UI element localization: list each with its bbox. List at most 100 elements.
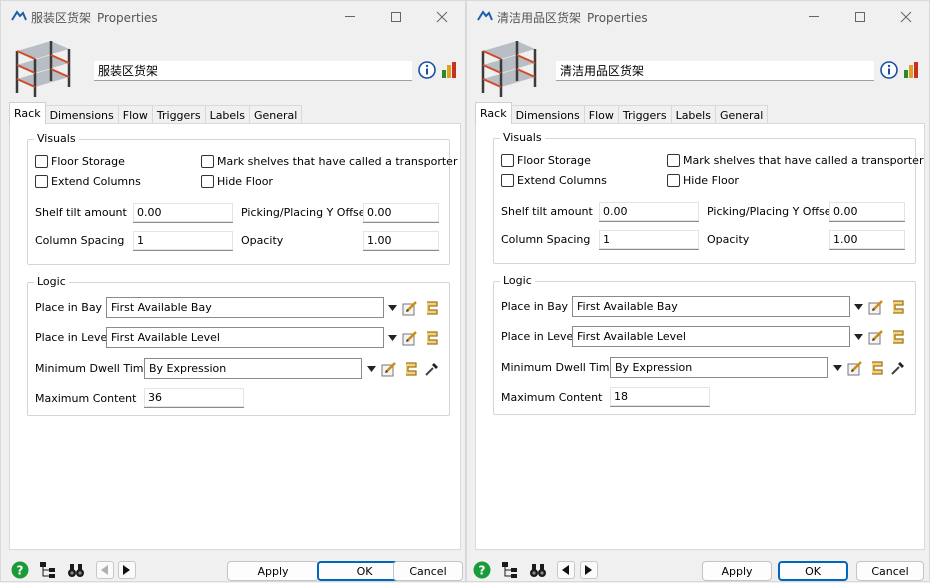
tab-dimensions[interactable]: Dimensions (510, 105, 585, 124)
apply-button[interactable]: Apply (702, 561, 772, 581)
chevron-down-icon[interactable] (367, 366, 376, 372)
previous-button[interactable] (96, 561, 114, 579)
eyedropper-icon[interactable] (890, 360, 906, 376)
tab-general[interactable]: General (714, 105, 769, 124)
place-in-level-label: Place in Level (35, 331, 111, 344)
next-button[interactable] (118, 561, 136, 579)
column-spacing-field[interactable] (133, 231, 233, 251)
binoculars-icon[interactable] (67, 561, 85, 579)
cancel-button[interactable]: Cancel (856, 561, 924, 581)
info-icon[interactable] (418, 61, 436, 79)
shelf-tilt-field[interactable] (133, 203, 233, 223)
tab-rack[interactable]: Rack (475, 102, 512, 124)
maximize-button[interactable] (373, 1, 419, 32)
extend-columns-checkbox[interactable]: Extend Columns (501, 174, 607, 187)
chevron-down-icon[interactable] (854, 304, 863, 310)
arrow-right-icon (123, 565, 130, 575)
next-button[interactable] (580, 561, 598, 579)
mark-shelves-checkbox[interactable]: Mark shelves that have called a transpor… (201, 155, 457, 168)
previous-button[interactable] (557, 561, 575, 579)
code-script-icon[interactable] (424, 330, 440, 346)
minimize-button[interactable] (327, 1, 373, 32)
min-dwell-label: Minimum Dwell Time (35, 362, 151, 375)
eyedropper-icon[interactable] (424, 361, 440, 377)
object-name-field[interactable] (94, 61, 412, 81)
hide-floor-checkbox[interactable]: Hide Floor (201, 175, 273, 188)
close-button[interactable] (883, 1, 929, 32)
place-in-level-combo[interactable]: First Available Level (106, 327, 384, 348)
min-dwell-combo[interactable]: By Expression (144, 358, 362, 379)
tab-general[interactable]: General (248, 105, 303, 124)
title-bar[interactable]: 服装区货架 Properties (1, 1, 465, 32)
footer-bar: ? Apply OK Cancel (467, 557, 929, 583)
tab-strip: Rack Dimensions Flow Triggers Labels Gen… (9, 102, 303, 124)
title-bar[interactable]: 清洁用品区货架 Properties (467, 1, 929, 32)
edit-properties-icon[interactable] (868, 329, 884, 345)
help-icon[interactable]: ? (473, 561, 491, 579)
chevron-down-icon[interactable] (388, 305, 397, 311)
floor-storage-label: Floor Storage (51, 155, 125, 168)
tab-flow[interactable]: Flow (117, 105, 153, 124)
place-in-bay-combo[interactable]: First Available Bay (106, 297, 384, 318)
code-script-icon[interactable] (890, 299, 906, 315)
chevron-down-icon[interactable] (854, 334, 863, 340)
code-script-icon[interactable] (424, 300, 440, 316)
visuals-group-title: Visuals (34, 132, 79, 145)
stats-chart-icon[interactable] (441, 61, 457, 79)
rack-tab-panel: Visuals Floor Storage Extend Columns Mar… (475, 123, 925, 550)
ok-button[interactable]: OK (778, 561, 848, 581)
cancel-button[interactable]: Cancel (393, 561, 463, 581)
tab-triggers[interactable]: Triggers (617, 105, 672, 124)
help-icon[interactable]: ? (11, 561, 29, 579)
maximize-button[interactable] (837, 1, 883, 32)
edit-properties-icon[interactable] (868, 299, 884, 315)
edit-properties-icon[interactable] (402, 300, 418, 316)
place-in-bay-combo[interactable]: First Available Bay (572, 296, 850, 317)
tab-labels[interactable]: Labels (204, 105, 250, 124)
floor-storage-checkbox[interactable]: Floor Storage (501, 154, 591, 167)
floor-storage-checkbox[interactable]: Floor Storage (35, 155, 125, 168)
minimize-button[interactable] (791, 1, 837, 32)
tab-flow[interactable]: Flow (583, 105, 619, 124)
rack-3d-icon (481, 41, 537, 97)
close-button[interactable] (419, 1, 465, 32)
logic-group: Logic Place in Bay First Available Bay P… (493, 274, 916, 415)
shelf-tilt-label: Shelf tilt amount (35, 206, 127, 219)
code-script-icon[interactable] (403, 361, 419, 377)
tab-dimensions[interactable]: Dimensions (44, 105, 119, 124)
visuals-group: Visuals Floor Storage Extend Columns Mar… (27, 132, 457, 265)
apply-button[interactable]: Apply (227, 561, 319, 581)
chevron-down-icon[interactable] (833, 365, 842, 371)
code-script-icon[interactable] (869, 360, 885, 376)
tree-view-icon[interactable] (501, 561, 519, 579)
mark-shelves-checkbox[interactable]: Mark shelves that have called a transpor… (667, 154, 923, 167)
picking-offset-field[interactable] (829, 202, 905, 222)
max-content-field[interactable] (144, 388, 244, 408)
stats-chart-icon[interactable] (903, 61, 919, 79)
chevron-down-icon[interactable] (388, 335, 397, 341)
edit-properties-icon[interactable] (381, 361, 397, 377)
shelf-tilt-field[interactable] (599, 202, 699, 222)
floor-storage-label: Floor Storage (517, 154, 591, 167)
binoculars-icon[interactable] (529, 561, 547, 579)
opacity-field[interactable] (363, 231, 439, 251)
svg-text:?: ? (17, 564, 24, 578)
code-script-icon[interactable] (890, 329, 906, 345)
place-in-level-combo[interactable]: First Available Level (572, 326, 850, 347)
min-dwell-combo[interactable]: By Expression (610, 357, 828, 378)
tab-labels[interactable]: Labels (670, 105, 716, 124)
hide-floor-checkbox[interactable]: Hide Floor (667, 174, 739, 187)
object-name-field[interactable] (556, 61, 874, 81)
edit-properties-icon[interactable] (402, 330, 418, 346)
tree-view-icon[interactable] (39, 561, 57, 579)
max-content-field[interactable] (610, 387, 710, 407)
column-spacing-field[interactable] (599, 230, 699, 250)
window-title: 服装区货架 Properties (31, 11, 158, 25)
info-icon[interactable] (880, 61, 898, 79)
picking-offset-field[interactable] (363, 203, 439, 223)
tab-triggers[interactable]: Triggers (151, 105, 206, 124)
tab-rack[interactable]: Rack (9, 102, 46, 124)
extend-columns-checkbox[interactable]: Extend Columns (35, 175, 141, 188)
edit-properties-icon[interactable] (847, 360, 863, 376)
opacity-field[interactable] (829, 230, 905, 250)
